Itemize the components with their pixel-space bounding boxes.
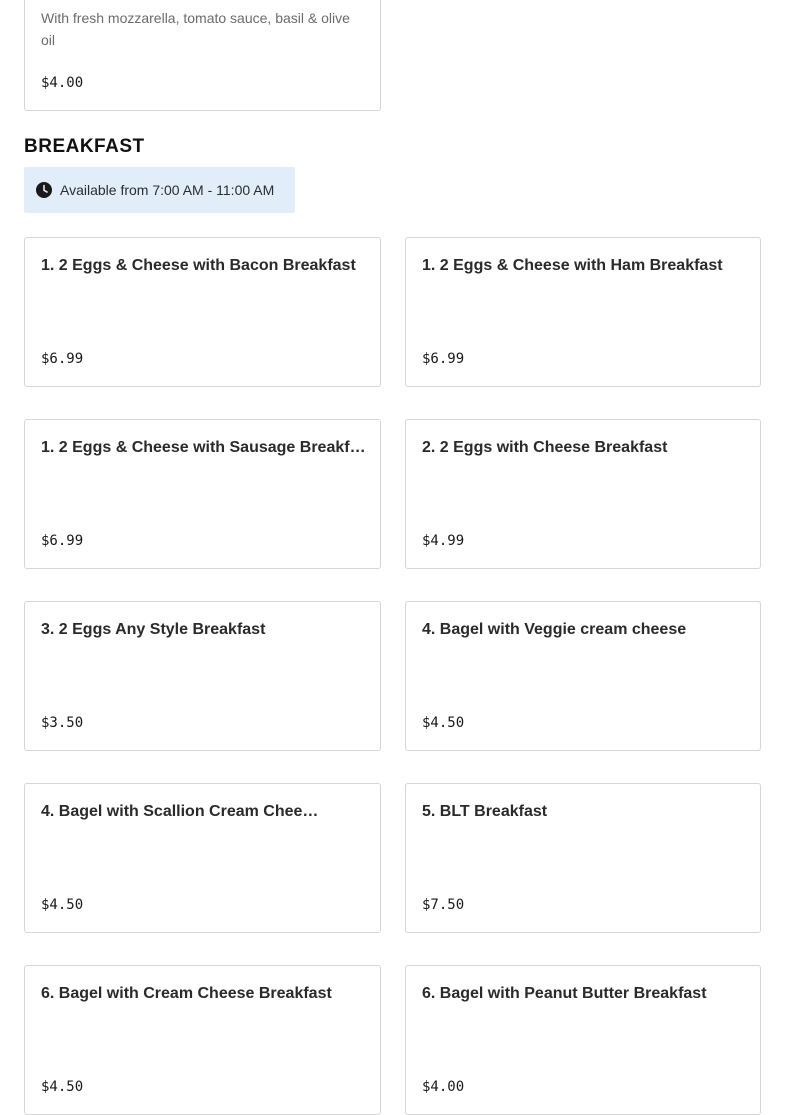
menu-item-name: 6. Bagel with Peanut Butter Breakfast [422, 985, 707, 1002]
menu-item-price: $4.50 [41, 1079, 84, 1095]
section-title: BREAKFAST [24, 136, 145, 157]
menu-item-card[interactable]: With fresh mozzarella, tomato sauce, bas… [24, 0, 381, 111]
menu-item-price: $6.99 [41, 351, 84, 367]
menu-item-name: 5. BLT Breakfast [422, 803, 548, 820]
menu-item-card[interactable]: 1. 2 Eggs & Cheese with Ham Breakfast $6… [405, 237, 761, 387]
menu-item-name: 4. Bagel with Veggie cream cheese [422, 621, 687, 638]
menu-item-card[interactable]: 4. Bagel with Scallion Cream Cheese Brea… [24, 783, 381, 933]
availability-text: Available from 7:00 AM - 11:00 AM [60, 182, 275, 198]
menu-item-price: $4.00 [422, 1079, 465, 1095]
menu-item-price: $7.50 [422, 897, 465, 913]
menu-item-price: $4.50 [41, 897, 84, 913]
menu-item-card[interactable]: 3. 2 Eggs Any Style Breakfast $3.50 [24, 601, 381, 751]
menu-item-card[interactable]: 1. 2 Eggs & Cheese with Sausage Breakfas… [24, 419, 381, 569]
menu-item-card[interactable]: 4. Bagel with Veggie cream cheese $4.50 [405, 601, 761, 751]
menu-item-card[interactable]: 1. 2 Eggs & Cheese with Bacon Breakfast … [24, 237, 381, 387]
menu-item-card[interactable]: 6. Bagel with Cream Cheese Breakfast $4.… [24, 965, 381, 1115]
menu-item-card[interactable]: 2. 2 Eggs with Cheese Breakfast $4.99 [405, 419, 761, 569]
menu-item-card[interactable]: 6. Bagel with Peanut Butter Breakfast $4… [405, 965, 761, 1115]
menu-item-price: $6.99 [41, 533, 84, 549]
menu-item-name: 1. 2 Eggs & Cheese with Sausage Breakfas… [41, 439, 368, 456]
menu-item-name: 6. Bagel with Cream Cheese Breakfast [41, 985, 332, 1002]
menu-item-card[interactable]: 5. BLT Breakfast $7.50 [405, 783, 761, 933]
menu-item-price: $4.00 [41, 75, 84, 91]
menu-item-price: $3.50 [41, 715, 84, 731]
menu-item-description: With fresh mozzarella, tomato sauce, bas… [41, 10, 350, 48]
menu-item-price: $4.99 [422, 533, 465, 549]
menu-item-name: 2. 2 Eggs with Cheese Breakfast [422, 439, 668, 456]
menu-item-name: 3. 2 Eggs Any Style Breakfast [41, 621, 266, 638]
clock-icon [36, 182, 52, 198]
menu-item-name: 4. Bagel with Scallion Cream Cheese Brea… [41, 803, 324, 820]
menu-item-name: 1. 2 Eggs & Cheese with Ham Breakfast [422, 257, 723, 274]
menu-item-price: $6.99 [422, 351, 465, 367]
menu-item-name: 1. 2 Eggs & Cheese with Bacon Breakfast [41, 257, 356, 274]
menu-item-price: $4.50 [422, 715, 465, 731]
availability-banner: Available from 7:00 AM - 11:00 AM [24, 167, 295, 213]
